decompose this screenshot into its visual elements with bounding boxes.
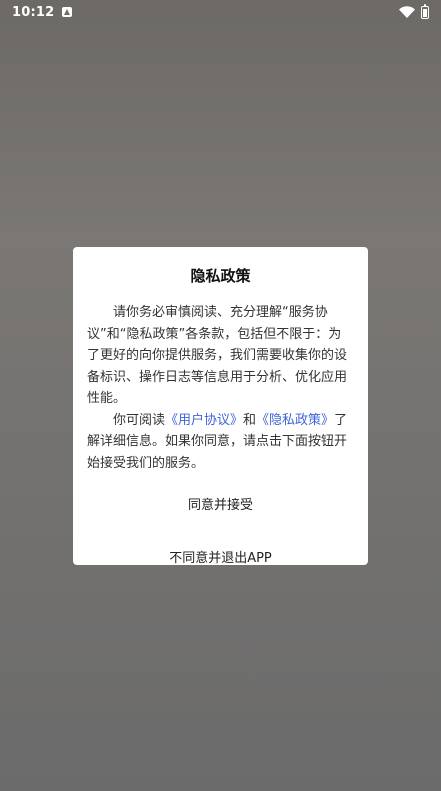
privacy-policy-dialog: 隐私政策 请你务必审慎阅读、充分理解“服务协议”和“隐私政策”各条款，包括但不限… bbox=[73, 247, 368, 566]
dialog-actions: 同意并接受 不同意并退出APP bbox=[87, 488, 354, 572]
status-bar: 10:12 bbox=[0, 0, 441, 24]
dialog-body: 请你务必审慎阅读、充分理解“服务协议”和“隐私政策”各条款，包括但不限于：为了更… bbox=[87, 302, 354, 474]
notification-app-icon bbox=[62, 7, 73, 17]
agree-button[interactable]: 同意并接受 bbox=[87, 488, 354, 519]
paragraph-2-text-before: 你可阅读 bbox=[113, 412, 166, 428]
status-left: 10:12 bbox=[12, 4, 73, 20]
dialog-paragraph-2: 你可阅读《用户协议》和《隐私政策》了解详细信息。如果你同意，请点击下面按钮开始接… bbox=[87, 410, 354, 475]
privacy-policy-link[interactable]: 《隐私政策》 bbox=[256, 413, 334, 428]
battery-icon bbox=[421, 3, 429, 19]
wifi-icon bbox=[399, 6, 415, 18]
user-agreement-link[interactable]: 《用户协议》 bbox=[165, 413, 243, 428]
paragraph-2-and: 和 bbox=[243, 412, 257, 428]
status-time: 10:12 bbox=[12, 4, 55, 20]
dialog-paragraph-1: 请你务必审慎阅读、充分理解“服务协议”和“隐私政策”各条款，包括但不限于：为了更… bbox=[87, 305, 348, 406]
dialog-title: 隐私政策 bbox=[190, 267, 251, 285]
status-right bbox=[399, 3, 429, 19]
disagree-exit-button[interactable]: 不同意并退出APP bbox=[87, 541, 354, 572]
